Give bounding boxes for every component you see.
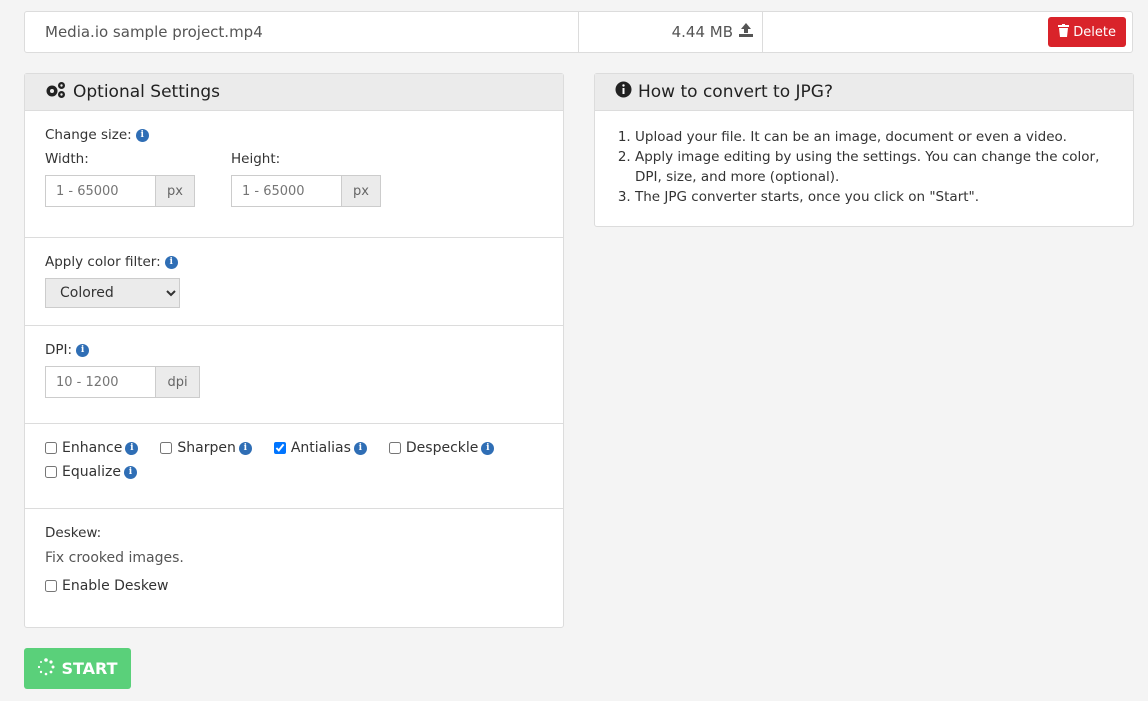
despeckle-option[interactable]: Despeckle i [388,440,495,456]
delete-button[interactable]: Delete [1048,17,1126,47]
file-size-cell: 4.44 MB [579,12,763,52]
filter-checkboxes: Enhance i Sharpen i Antialias i Despeckl… [45,440,515,480]
enhance-option[interactable]: Enhance i [45,440,139,456]
deskew-label: Deskew: [45,525,102,541]
info-icon[interactable]: i [353,441,367,455]
antialias-label: Antialias [290,440,351,456]
sharpen-label: Sharpen [177,440,236,456]
height-unit: px [341,175,381,207]
width-input[interactable] [45,175,155,207]
dpi-input[interactable] [45,366,155,398]
color-filter-label: Apply color filter: [45,254,161,270]
deskew-description: Fix crooked images. [45,550,184,566]
gears-icon [45,81,67,104]
enhance-label: Enhance [62,440,123,456]
info-icon[interactable]: i [481,441,495,455]
width-column: Width: px [45,151,195,207]
dpi-input-group: dpi [45,366,543,398]
info-icon[interactable]: i [164,255,178,269]
file-size: 4.44 MB [671,23,733,41]
sharpen-option[interactable]: Sharpen i [160,440,252,456]
change-size-section: Change size: i Width: px Height: px [25,111,563,238]
equalize-option[interactable]: Equalize i [45,464,137,480]
start-button[interactable]: START [24,648,131,689]
how-to-header: How to convert to JPG? [595,74,1133,111]
trash-icon [1058,23,1070,41]
file-row: Media.io sample project.mp4 4.44 MB Dele… [24,11,1133,53]
dpi-section: DPI: i dpi [25,326,563,424]
width-unit: px [155,175,195,207]
info-icon[interactable]: i [125,441,139,455]
info-circle-icon [615,81,632,103]
color-filter-select[interactable]: Colored [45,278,180,308]
change-size-label: Change size: [45,127,132,143]
start-label: START [61,659,118,678]
optional-settings-panel: Optional Settings Change size: i Width: … [24,73,564,628]
dpi-label: DPI: [45,342,73,358]
info-icon[interactable]: i [123,465,137,479]
change-size-label-row: Change size: i [45,127,543,143]
file-actions: Delete [763,12,1132,52]
delete-label: Delete [1073,24,1116,40]
color-filter-label-row: Apply color filter: i [45,254,543,270]
height-label: Height: [231,151,281,167]
how-to-step: Apply image editing by using the setting… [635,147,1113,187]
upload-icon [738,22,754,42]
how-to-step: The JPG converter starts, once you click… [635,187,1113,207]
deskew-section: Deskew: Fix crooked images. Enable Deske… [25,509,563,626]
height-input[interactable] [231,175,341,207]
optional-settings-title: Optional Settings [73,82,221,102]
dpi-unit: dpi [155,366,200,398]
equalize-label: Equalize [62,464,121,480]
equalize-checkbox[interactable] [45,466,57,478]
despeckle-checkbox[interactable] [388,442,401,454]
enable-deskew-option[interactable]: Enable Deskew [45,578,543,594]
file-name: Media.io sample project.mp4 [25,12,579,52]
info-icon[interactable]: i [135,128,149,142]
despeckle-label: Despeckle [405,440,479,456]
height-input-group: px [231,175,381,207]
dimensions-row: Width: px Height: px [45,151,543,207]
how-to-steps: Upload your file. It can be an image, do… [595,111,1133,207]
info-icon[interactable]: i [238,441,252,455]
enable-deskew-label: Enable Deskew [62,578,169,594]
height-column: Height: px [231,151,381,207]
optional-settings-header: Optional Settings [25,74,563,111]
how-to-step: Upload your file. It can be an image, do… [635,127,1113,147]
antialias-checkbox[interactable] [273,442,286,454]
sharpen-checkbox[interactable] [160,442,173,454]
enhance-checkbox[interactable] [45,442,57,454]
enable-deskew-checkbox[interactable] [45,580,57,592]
width-label: Width: [45,151,89,167]
color-filter-section: Apply color filter: i Colored [25,238,563,326]
width-input-group: px [45,175,195,207]
how-to-panel: How to convert to JPG? Upload your file.… [594,73,1134,227]
antialias-option[interactable]: Antialias i [273,440,367,456]
how-to-title: How to convert to JPG? [638,82,833,102]
dpi-label-row: DPI: i [45,342,543,358]
filters-section: Enhance i Sharpen i Antialias i Despeckl… [25,424,563,509]
info-icon[interactable]: i [76,343,90,357]
spinner-icon [37,657,55,680]
